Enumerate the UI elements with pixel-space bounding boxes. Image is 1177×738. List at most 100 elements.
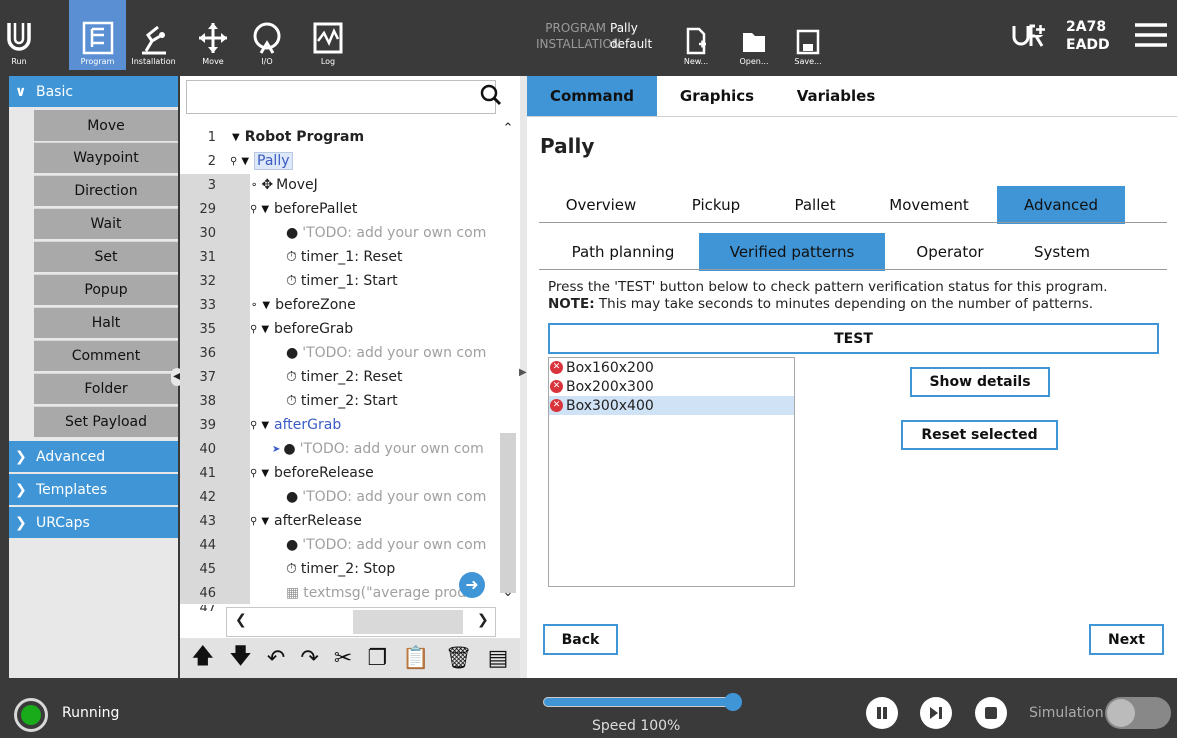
speed-slider-thumb[interactable] <box>724 693 742 711</box>
scroll-down-icon[interactable]: ⌄ <box>498 585 518 605</box>
collapsed-pin-icon[interactable]: ⚬ <box>250 180 258 191</box>
tree-node-comment[interactable]: 42 ● 'TODO: add your own com <box>180 485 496 509</box>
palette-set-payload[interactable]: Set Payload <box>34 406 178 437</box>
cut-icon[interactable]: ✂ <box>334 646 352 671</box>
run-button[interactable]: Run <box>0 0 38 70</box>
tree-node-comment[interactable]: 40 ➤ ● 'TODO: add your own com <box>180 437 496 461</box>
expand-triangle-icon[interactable]: ▼ <box>241 156 249 167</box>
reset-selected-button[interactable]: Reset selected <box>901 420 1058 450</box>
tree-node-beforezone[interactable]: 33 ⚬ ▼ beforeZone <box>180 293 496 317</box>
tab-overview[interactable]: Overview <box>547 186 655 224</box>
tab-graphics[interactable]: Graphics <box>665 76 769 116</box>
back-button[interactable]: Back <box>543 624 618 655</box>
new-file-button[interactable]: New... <box>676 0 716 70</box>
pause-button[interactable] <box>866 697 898 729</box>
urcaps-category[interactable]: ❯ URCaps <box>9 507 178 538</box>
test-button[interactable]: TEST <box>548 323 1159 354</box>
tree-horizontal-scrollbar[interactable]: ❮ ❯ <box>226 607 496 637</box>
speed-slider[interactable] <box>543 697 739 707</box>
expand-triangle-icon[interactable]: ▼ <box>261 468 269 479</box>
next-button[interactable]: Next <box>1089 624 1164 655</box>
palette-folder[interactable]: Folder <box>34 373 178 404</box>
tree-node-comment[interactable]: 36 ● 'TODO: add your own com <box>180 341 496 365</box>
tree-node-beforepallet[interactable]: 29 ⚲ ▼ beforePallet <box>180 197 496 221</box>
io-button[interactable]: I/O <box>243 0 291 70</box>
redo-icon[interactable]: ↷ <box>300 646 318 671</box>
suppress-icon[interactable]: ▤ <box>488 646 509 671</box>
installation-button[interactable]: Installation <box>126 0 181 70</box>
tab-path-planning[interactable]: Path planning <box>549 233 697 271</box>
vertical-scroll-thumb[interactable] <box>500 433 516 593</box>
copy-icon[interactable]: ❐ <box>367 646 387 671</box>
horizontal-scroll-thumb[interactable] <box>353 610 463 634</box>
expand-triangle-icon[interactable]: ▼ <box>261 516 269 527</box>
palette-direction[interactable]: Direction <box>34 175 178 206</box>
tree-node-aftergrab[interactable]: 39 ⚲ ▼ afterGrab <box>180 413 496 437</box>
tree-node-comment[interactable]: 30 ● 'TODO: add your own com <box>180 221 496 245</box>
tab-advanced[interactable]: Advanced <box>997 186 1125 224</box>
tree-vertical-scrollbar[interactable]: ⌃ ⌄ <box>496 121 520 609</box>
expand-panel-handle[interactable]: ▶ <box>519 367 527 378</box>
scroll-left-icon[interactable]: ❮ <box>235 612 247 628</box>
save-file-button[interactable]: Save... <box>788 0 828 70</box>
tree-node-beforerelease[interactable]: 41 ⚲ ▼ beforeRelease <box>180 461 496 485</box>
palette-halt[interactable]: Halt <box>34 307 178 338</box>
stop-button[interactable] <box>975 697 1007 729</box>
power-status-indicator[interactable] <box>14 698 48 732</box>
paste-icon[interactable]: 📋 <box>402 646 429 671</box>
tree-node-movej[interactable]: 3 ⚬ ✥ MoveJ <box>180 173 496 197</box>
tree-node-timer[interactable]: 31 ⏱ timer_1: Reset <box>180 245 496 269</box>
palette-comment[interactable]: Comment <box>34 340 178 371</box>
tab-movement[interactable]: Movement <box>873 186 985 224</box>
scroll-right-icon[interactable]: ❯ <box>477 612 489 628</box>
simulation-toggle[interactable] <box>1105 697 1171 729</box>
move-button[interactable]: Move <box>189 0 237 70</box>
expand-triangle-icon[interactable]: ▼ <box>261 420 269 431</box>
palette-popup[interactable]: Popup <box>34 274 178 305</box>
tree-node-pally[interactable]: 2 ⚲ ▼ Pally <box>180 149 496 173</box>
collapsed-pin-icon[interactable]: ⚬ <box>250 300 258 311</box>
expand-triangle-icon[interactable]: ▼ <box>232 132 240 143</box>
tree-node-comment[interactable]: 44 ● 'TODO: add your own com <box>180 533 496 557</box>
templates-category[interactable]: ❯ Templates <box>9 474 178 505</box>
program-button[interactable]: Program <box>69 0 126 70</box>
expand-triangle-icon[interactable]: ▼ <box>262 300 270 311</box>
basic-category[interactable]: ∨ Basic <box>9 76 178 107</box>
scroll-up-icon[interactable]: ⌃ <box>498 121 518 141</box>
move-up-icon[interactable]: 🡅 <box>192 639 215 677</box>
undo-icon[interactable]: ↶ <box>267 646 285 671</box>
tab-pallet[interactable]: Pallet <box>775 186 855 224</box>
tab-verified-patterns[interactable]: Verified patterns <box>699 233 885 271</box>
open-file-button[interactable]: Open... <box>734 0 774 70</box>
goto-current-line-icon[interactable]: ➜ <box>459 572 485 598</box>
hamburger-menu-icon[interactable] <box>1133 22 1169 48</box>
tree-node-timer[interactable]: 45 ⏱ timer_2: Stop <box>180 557 496 581</box>
tab-pickup[interactable]: Pickup <box>675 186 757 224</box>
tree-node-afterrelease[interactable]: 43 ⚲ ▼ afterRelease <box>180 509 496 533</box>
pattern-list[interactable]: ✕ Box160x200 ✕ Box200x300 ✕ Box300x400 <box>548 357 795 587</box>
tree-node-beforegrab[interactable]: 35 ⚲ ▼ beforeGrab <box>180 317 496 341</box>
search-icon[interactable] <box>480 84 502 106</box>
expand-triangle-icon[interactable]: ▼ <box>261 324 269 335</box>
tab-operator[interactable]: Operator <box>897 233 1003 271</box>
tree-node-timer[interactable]: 32 ⏱ timer_1: Start <box>180 269 496 293</box>
palette-set[interactable]: Set <box>34 241 178 272</box>
tab-variables[interactable]: Variables <box>781 76 891 116</box>
tree-node-timer[interactable]: 38 ⏱ timer_2: Start <box>180 389 496 413</box>
log-button[interactable]: Log <box>304 0 352 70</box>
tree-node-timer[interactable]: 37 ⏱ timer_2: Reset <box>180 365 496 389</box>
pattern-item[interactable]: ✕ Box200x300 <box>549 377 794 396</box>
tree-node-robot-program[interactable]: 1 ▼ Robot Program <box>180 125 496 149</box>
delete-icon[interactable]: 🗑 <box>445 646 473 671</box>
show-details-button[interactable]: Show details <box>910 367 1050 397</box>
palette-move[interactable]: Move <box>34 110 178 141</box>
pattern-item-selected[interactable]: ✕ Box300x400 <box>549 396 794 415</box>
pattern-item[interactable]: ✕ Box160x200 <box>549 358 794 377</box>
tree-node-script[interactable]: 46 ▦ textmsg("average prod <box>180 581 496 605</box>
tab-command[interactable]: Command <box>527 76 657 116</box>
move-down-icon[interactable]: 🡇 <box>229 639 252 677</box>
step-button[interactable] <box>920 697 952 729</box>
palette-wait[interactable]: Wait <box>34 208 178 239</box>
expand-triangle-icon[interactable]: ▼ <box>261 204 269 215</box>
advanced-category[interactable]: ❯ Advanced <box>9 441 178 472</box>
